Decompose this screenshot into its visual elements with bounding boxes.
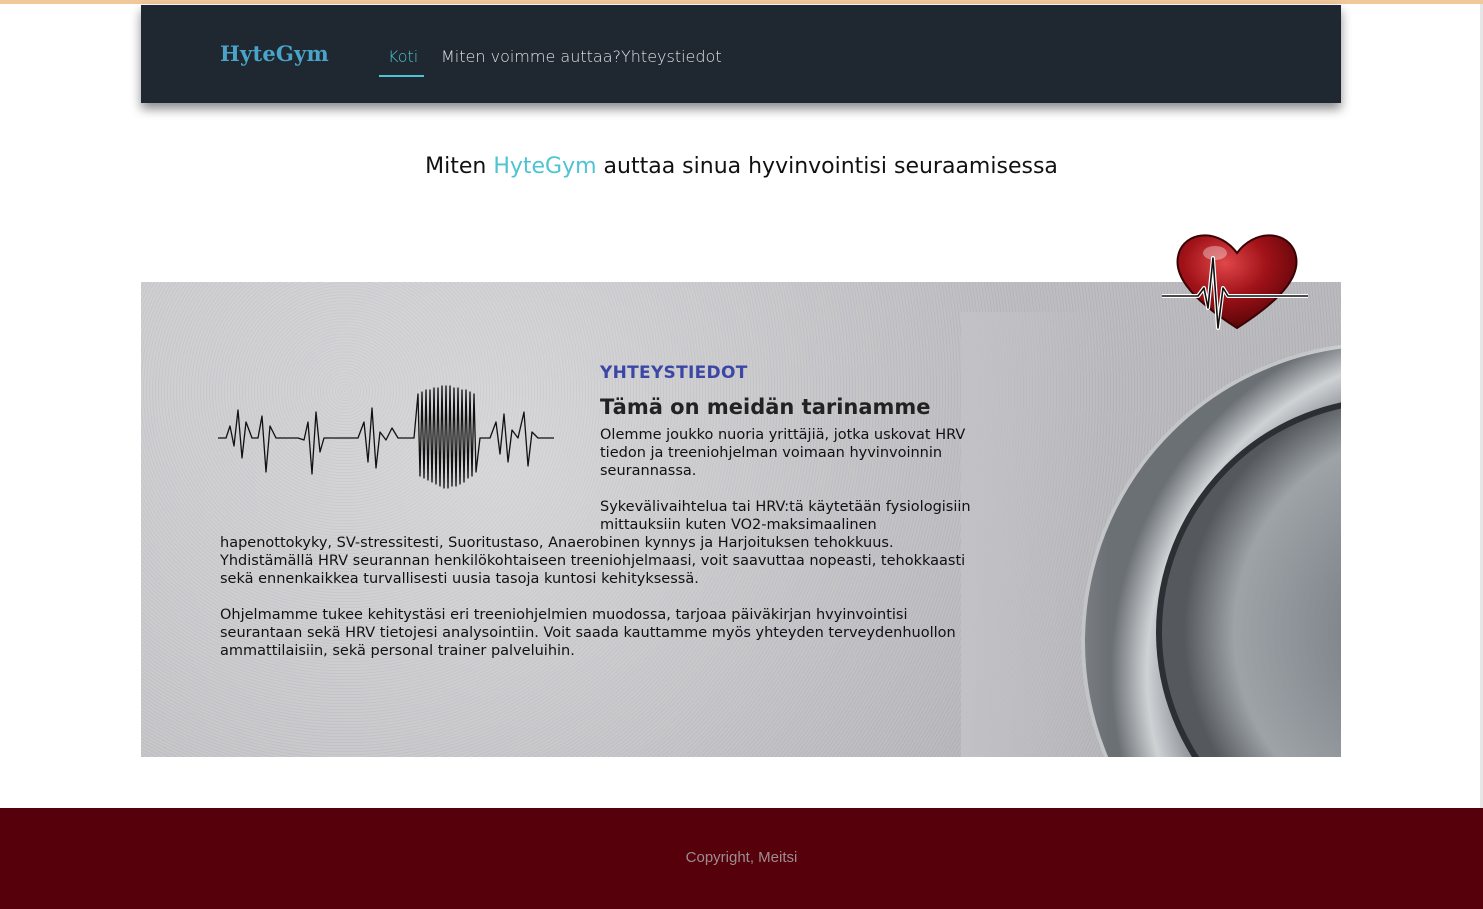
page-title-prefix: Miten — [425, 154, 494, 179]
nav-link-koti[interactable]: Koti — [388, 47, 418, 66]
browser-top-strip — [0, 0, 1483, 4]
story-content: YHTEYSTIEDOT Tämä on meidän tarinamme Ol… — [220, 360, 980, 678]
nav-link-miten-voimme-auttaa[interactable]: Miten voimme auttaa? — [441, 47, 621, 66]
page-title-suffix: auttaa sinua hyvinvointisi seuraamisessa — [596, 154, 1058, 179]
nav-link-yhteystiedot[interactable]: Yhteystiedot — [621, 47, 722, 66]
footer-copyright: Copyright, Meitsi — [685, 849, 798, 866]
weight-plate-image — [961, 312, 1341, 757]
active-tab-indicator — [379, 75, 424, 77]
heart-with-heartbeat-icon — [1162, 234, 1308, 330]
illustration-spacer — [220, 360, 600, 530]
brand-logo[interactable]: HyteGym — [220, 41, 329, 66]
navbar: HyteGym Koti Miten voimme auttaa? Yhteys… — [141, 5, 1341, 103]
page-title-brand: HyteGym — [493, 154, 597, 179]
page-title: Miten HyteGym auttaa sinua hyvinvointisi… — [0, 154, 1483, 179]
story-paragraph: Ohjelmamme tukee kehitystäsi eri treenio… — [220, 607, 956, 659]
